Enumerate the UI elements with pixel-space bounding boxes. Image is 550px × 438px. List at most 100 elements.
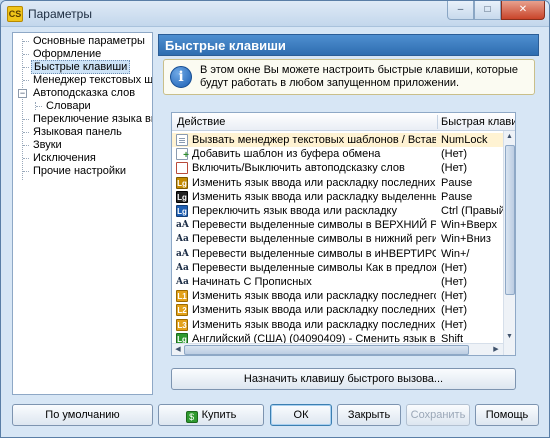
hotkey-cell: NumLock	[441, 134, 488, 146]
nav-item-label: Основные параметры	[33, 35, 145, 47]
tree-connector	[23, 132, 29, 133]
hotkey-cell: Win+Вниз	[441, 233, 491, 246]
hotkey-cell: (Нет)	[441, 318, 468, 331]
action-cell: Изменить язык ввода или раскладку послед…	[192, 290, 436, 303]
table-row[interactable]: L1 Изменить язык ввода или раскладку посл…	[172, 289, 503, 303]
hotkey-cell: Ctrl (Правый)	[441, 205, 505, 217]
nav-item-language-bar[interactable]: Языковая панель	[31, 126, 124, 139]
scroll-up-icon[interactable]: ▲	[504, 131, 515, 143]
hotkey-cell: (Нет)	[441, 148, 468, 161]
scroll-right-icon[interactable]: ▶	[490, 344, 502, 355]
nav-item-label: Языковая панель	[33, 126, 122, 138]
table-row[interactable]: Включить/Выключить автоподсказку слов (Не…	[172, 161, 503, 175]
nav-item-label: Прочие настройки	[33, 165, 127, 177]
action-cell: Перевести выделенные символы в нижний ре…	[192, 233, 436, 246]
aa-action-icon: aA	[176, 220, 189, 231]
action-cell: Добавить шаблон из буфера обмена	[192, 148, 381, 161]
column-header-action[interactable]: Действие	[177, 116, 225, 128]
buy-button-label: Купить	[201, 409, 237, 421]
buy-button[interactable]: $ Купить	[158, 404, 264, 426]
settings-nav-tree: Основные параметры Оформление Быстрые кл…	[12, 32, 153, 395]
nav-item-sounds[interactable]: Звуки	[31, 139, 64, 152]
hotkey-cell: (Нет)	[441, 276, 468, 288]
table-row[interactable]: Вызвать менеджер текстовых шаблонов / Вс…	[172, 133, 503, 147]
save-button[interactable]: Сохранить	[406, 404, 470, 426]
table-row[interactable]: L3 Изменить язык ввода или раскладку посл…	[172, 318, 503, 332]
nav-item-hotkeys[interactable]: Быстрые клавиши	[31, 60, 131, 74]
table-header: Действие Быстрая клавиша	[172, 113, 515, 131]
assign-hotkey-button[interactable]: Назначить клавишу быстрого вызова...	[171, 368, 516, 390]
hotkey-cell: (Нет)	[441, 162, 468, 175]
lg-action-icon: Lg	[176, 176, 188, 189]
tree-connector	[23, 54, 29, 55]
maximize-icon[interactable]: □	[474, 1, 501, 20]
window-controls: – □ ✕	[447, 1, 545, 20]
nav-item-language-switch[interactable]: Переключение языка ввода	[31, 113, 152, 126]
app-icon: CS	[7, 6, 23, 22]
nav-item-label: Быстрые клавиши	[31, 60, 131, 74]
action-cell: Изменить язык ввода или раскладку выделе…	[192, 190, 436, 203]
action-cell: Изменить язык ввода или раскладку послед…	[192, 176, 436, 189]
tree-connector	[23, 171, 29, 172]
info-text: В этом окне Вы можете настроить быстрые …	[200, 64, 519, 89]
window-title: Параметры	[28, 7, 92, 21]
action-cell: Изменить язык ввода или раскладку послед…	[192, 318, 436, 331]
nav-item-dictionaries[interactable]: Словари	[44, 100, 93, 113]
table-row[interactable]: Lg Изменить язык ввода или раскладку посл…	[172, 176, 503, 190]
info-icon: i	[170, 66, 192, 88]
aa-action-icon: Aa	[176, 277, 189, 287]
horizontal-scrollbar[interactable]: ◀ ▶	[172, 343, 503, 355]
table-row[interactable]: Lg Переключить язык ввода или раскладку Ct…	[172, 204, 505, 218]
hotkey-cell: Pause	[441, 190, 473, 203]
column-separator[interactable]	[437, 115, 438, 129]
l1-action-icon: L3	[176, 318, 188, 331]
vertical-scrollbar[interactable]: ▲ ▼	[503, 131, 515, 355]
hotkey-cell: Win+Вверх	[441, 219, 498, 232]
tree-connector	[23, 67, 29, 68]
table-row[interactable]: Добавить шаблон из буфера обмена (Нет)	[172, 147, 503, 162]
help-button[interactable]: Помощь	[475, 404, 539, 426]
table-row[interactable]: aA Перевести выделенные символы в иНВЕРТИ…	[172, 247, 503, 261]
ok-button[interactable]: ОК	[270, 404, 332, 426]
table-row[interactable]: Aa Начинать С Прописных (Нет)	[172, 275, 503, 289]
nav-item-exceptions[interactable]: Исключения	[31, 152, 98, 165]
table-row[interactable]: Aa Перевести выделенные символы Как в пре…	[172, 261, 503, 275]
tree-connector	[23, 145, 29, 146]
dollar-icon: $	[185, 411, 198, 423]
nav-item-basic[interactable]: Основные параметры	[31, 35, 147, 48]
table-row[interactable]: Lg Изменить язык ввода или раскладку выде…	[172, 190, 503, 204]
nav-item-template-manager[interactable]: Менеджер текстовых шаблонов	[31, 74, 152, 87]
tree-connector	[23, 158, 29, 159]
panel-header: Быстрые клавиши	[158, 34, 539, 56]
lgb-action-icon: Lg	[176, 205, 188, 217]
minimize-icon[interactable]: –	[447, 1, 474, 20]
nav-item-label: Звуки	[33, 139, 62, 151]
hotkey-cell: Win+/	[441, 247, 470, 260]
toggle-action-icon	[176, 162, 188, 175]
collapse-icon[interactable]: −	[18, 89, 27, 98]
scroll-left-icon[interactable]: ◀	[172, 344, 184, 355]
nav-item-other[interactable]: Прочие настройки	[31, 165, 128, 178]
default-settings-button[interactable]: По умолчанию	[12, 404, 153, 426]
tree-connector	[23, 41, 29, 42]
table-row[interactable]: Aa Перевести выделенные символы в нижний …	[172, 232, 503, 246]
table-row[interactable]: L2 Изменить язык ввода или раскладку посл…	[172, 303, 503, 317]
action-cell: Переключить язык ввода или раскладку	[192, 205, 397, 217]
nav-item-label: Словари	[46, 100, 91, 112]
column-header-hotkey[interactable]: Быстрая клавиша	[441, 116, 515, 128]
close-icon[interactable]: ✕	[501, 1, 545, 20]
lgd-action-icon: Lg	[176, 190, 188, 203]
nav-item-autocomplete[interactable]: Автоподсказка слов	[31, 87, 137, 100]
aa-action-icon: Aa	[176, 262, 189, 273]
action-cell: Вызвать менеджер текстовых шаблонов / Вс…	[192, 134, 436, 146]
title-bar[interactable]: CS Параметры – □ ✕	[1, 1, 549, 27]
close-button[interactable]: Закрыть	[337, 404, 401, 426]
vertical-scroll-thumb[interactable]	[505, 145, 515, 295]
horizontal-scroll-thumb[interactable]	[184, 345, 469, 355]
hotkey-cell: (Нет)	[441, 290, 468, 303]
table-row[interactable]: aA Перевести выделенные символы в ВЕРХНИЙ…	[172, 218, 503, 232]
action-cell: Перевести выделенные символы Как в предл…	[192, 261, 436, 274]
doc-action-icon	[176, 134, 188, 146]
action-cell: Перевести выделенные символы в ВЕРХНИЙ Р…	[192, 219, 436, 232]
scroll-down-icon[interactable]: ▼	[504, 331, 515, 343]
